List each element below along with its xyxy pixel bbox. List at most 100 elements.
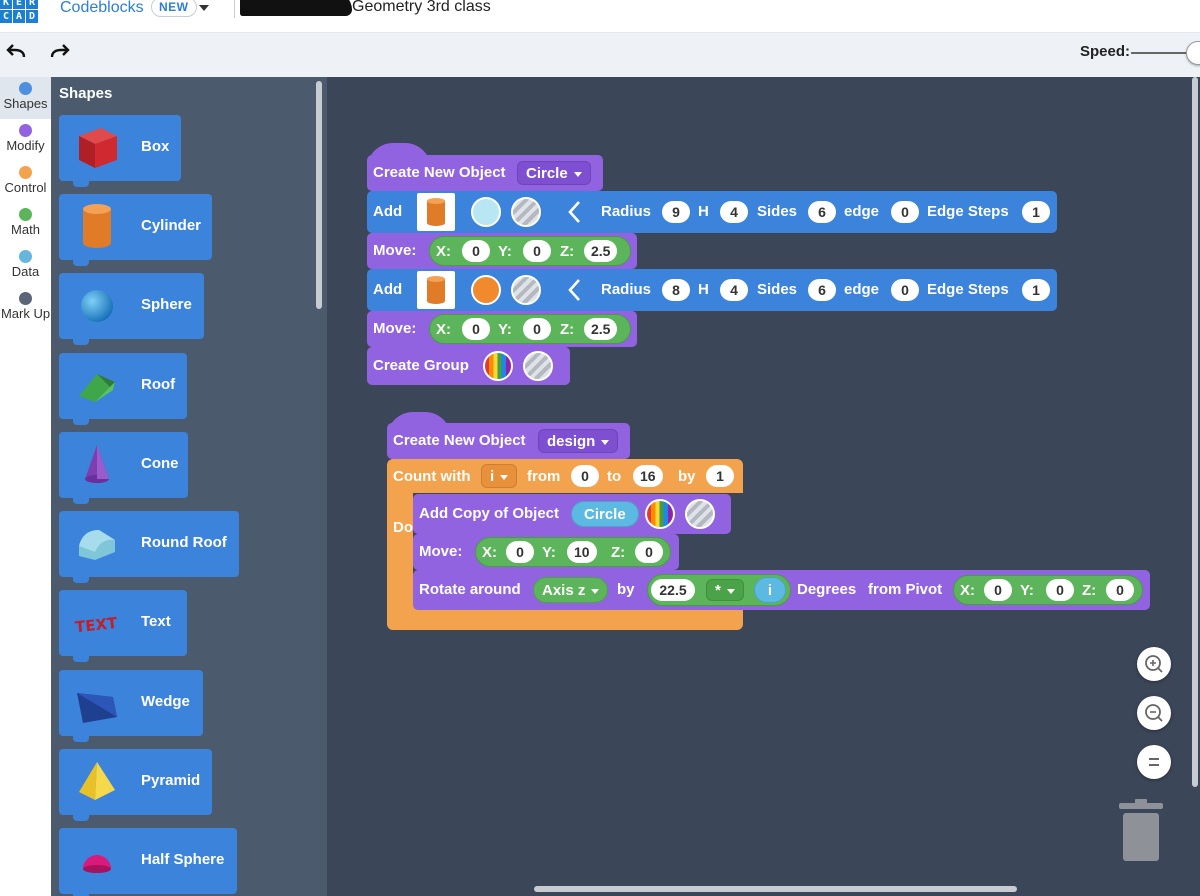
x-input[interactable]: 0 — [984, 579, 1012, 601]
edge-steps-input[interactable]: 1 — [1022, 201, 1050, 223]
create-group-block[interactable]: Create Group — [367, 347, 570, 385]
y-input[interactable]: 0 — [523, 318, 551, 340]
color-swatch[interactable] — [471, 275, 501, 305]
edge-steps-input[interactable]: 1 — [1022, 279, 1050, 301]
edge-input[interactable]: 0 — [891, 279, 919, 301]
shape-block-round-roof[interactable]: Round Roof — [59, 511, 239, 583]
create-object-block[interactable]: Create New Object Circle — [367, 155, 603, 191]
create-object-block[interactable]: Create New Object design — [387, 423, 630, 459]
trash-icon[interactable] — [1117, 799, 1165, 863]
edge-input[interactable]: 0 — [891, 201, 919, 223]
height-input[interactable]: 4 — [720, 279, 748, 301]
by-label: by — [617, 581, 635, 598]
object-name-dropdown[interactable]: design — [538, 429, 619, 453]
tinkercad-logo[interactable]: K E R C A D — [0, 0, 38, 26]
collapse-arrow-icon[interactable] — [567, 278, 581, 302]
shape-block-roof[interactable]: Roof — [59, 353, 187, 425]
hole-swatch[interactable] — [511, 197, 541, 227]
project-title[interactable]: Geometry 3rd class — [352, 0, 491, 16]
z-label: Z: — [560, 243, 575, 260]
block-label: Move: — [373, 242, 417, 259]
category-data[interactable]: Data — [0, 245, 51, 287]
color-swatch[interactable] — [471, 197, 501, 227]
add-copy-block[interactable]: Add Copy of Object Circle — [413, 494, 731, 534]
pivot-vector[interactable]: X: 0 Y: 0 Z: 0 — [953, 575, 1143, 605]
from-input[interactable]: 0 — [571, 465, 599, 487]
multiply-expression[interactable]: 22.5 * i — [647, 574, 791, 606]
multicolor-swatch[interactable] — [645, 499, 675, 529]
zoom-reset-button[interactable] — [1137, 745, 1171, 779]
add-shape-block[interactable]: Add Radius 9 H 4 Sides 6 edge 0 Edge Ste… — [367, 191, 1057, 233]
flyout-scrollbar[interactable] — [316, 81, 322, 309]
zoom-in-button[interactable] — [1137, 647, 1171, 681]
xyz-vector[interactable]: X: 0 Y: 10 Z: 0 — [475, 537, 671, 567]
category-shapes[interactable]: Shapes — [0, 77, 51, 119]
multicolor-swatch[interactable] — [483, 351, 513, 381]
operator-dropdown[interactable]: * — [706, 579, 744, 601]
z-input[interactable]: 2.5 — [584, 318, 618, 340]
speed-slider-handle[interactable] — [1186, 41, 1200, 65]
z-input[interactable]: 2.5 — [584, 240, 618, 262]
category-control[interactable]: Control — [0, 161, 51, 203]
move-block[interactable]: Move: X: 0 Y: 10 Z: 0 — [413, 534, 679, 570]
rotate-block[interactable]: Rotate around Axis z by 22.5 * i Degrees… — [413, 570, 1150, 610]
shape-block-cone[interactable]: Cone — [59, 432, 188, 504]
hole-swatch[interactable] — [523, 351, 553, 381]
x-input[interactable]: 0 — [462, 240, 490, 262]
block-workspace[interactable]: Create New Object Circle Add Radius 9 H … — [327, 77, 1200, 896]
object-reference[interactable]: Circle — [571, 501, 639, 527]
category-modify[interactable]: Modify — [0, 119, 51, 161]
shape-block-pyramid[interactable]: Pyramid — [59, 749, 212, 821]
chevron-down-icon — [573, 171, 582, 177]
shape-block-cylinder[interactable]: Cylinder — [59, 194, 212, 266]
x-input[interactable]: 0 — [506, 541, 534, 563]
axis-dropdown[interactable]: Axis z — [533, 577, 609, 603]
angle-input[interactable]: 22.5 — [651, 579, 695, 601]
variable-reference[interactable]: i — [754, 577, 786, 603]
horizontal-scrollbar[interactable] — [534, 886, 1017, 892]
add-shape-block[interactable]: Add Radius 8 H 4 Sides 6 edge 0 Edge Ste… — [367, 269, 1057, 311]
shape-block-half-sphere[interactable]: Half Sphere — [59, 828, 237, 896]
to-input[interactable]: 16 — [633, 465, 663, 487]
loop-variable-dropdown[interactable]: i — [481, 464, 518, 488]
height-input[interactable]: 4 — [720, 201, 748, 223]
z-input[interactable]: 0 — [635, 541, 663, 563]
shape-block-box[interactable]: Box — [59, 115, 181, 187]
chevron-down-icon[interactable] — [199, 5, 209, 11]
x-input[interactable]: 0 — [462, 318, 490, 340]
h-label: H — [698, 203, 709, 220]
collapse-arrow-icon[interactable] — [567, 200, 581, 224]
sides-input[interactable]: 6 — [808, 201, 836, 223]
y-input[interactable]: 0 — [1046, 579, 1074, 601]
zoom-out-button[interactable] — [1137, 696, 1171, 730]
shape-thumbnail[interactable] — [417, 193, 455, 231]
hole-swatch[interactable] — [511, 275, 541, 305]
category-math[interactable]: Math — [0, 203, 51, 245]
block-notch — [73, 577, 89, 583]
block-notch — [73, 181, 89, 187]
undo-button[interactable] — [2, 41, 30, 69]
radius-input[interactable]: 8 — [662, 279, 690, 301]
by-input[interactable]: 1 — [706, 465, 734, 487]
radius-input[interactable]: 9 — [662, 201, 690, 223]
z-input[interactable]: 0 — [1106, 579, 1134, 601]
vertical-scrollbar[interactable] — [1192, 77, 1198, 787]
hole-swatch[interactable] — [685, 499, 715, 529]
y-input[interactable]: 0 — [523, 240, 551, 262]
move-block[interactable]: Move: X: 0 Y: 0 Z: 2.5 — [367, 311, 637, 347]
redo-button[interactable] — [46, 41, 74, 69]
shape-block-text[interactable]: TEXT Text — [59, 590, 187, 662]
sides-input[interactable]: 6 — [808, 279, 836, 301]
app-name[interactable]: Codeblocks — [60, 0, 144, 17]
category-mark-up[interactable]: Mark Up — [0, 287, 51, 329]
move-block[interactable]: Move: X: 0 Y: 0 Z: 2.5 — [367, 233, 637, 269]
shape-block-sphere[interactable]: Sphere — [59, 273, 204, 345]
y-input[interactable]: 10 — [567, 541, 597, 563]
block-label: Move: — [373, 320, 417, 337]
shape-label: Pyramid — [141, 772, 201, 789]
object-name-dropdown[interactable]: Circle — [517, 161, 591, 185]
xyz-vector[interactable]: X: 0 Y: 0 Z: 2.5 — [429, 314, 631, 344]
xyz-vector[interactable]: X: 0 Y: 0 Z: 2.5 — [429, 236, 631, 266]
shape-thumbnail[interactable] — [417, 271, 455, 309]
shape-block-wedge[interactable]: Wedge — [59, 670, 203, 742]
